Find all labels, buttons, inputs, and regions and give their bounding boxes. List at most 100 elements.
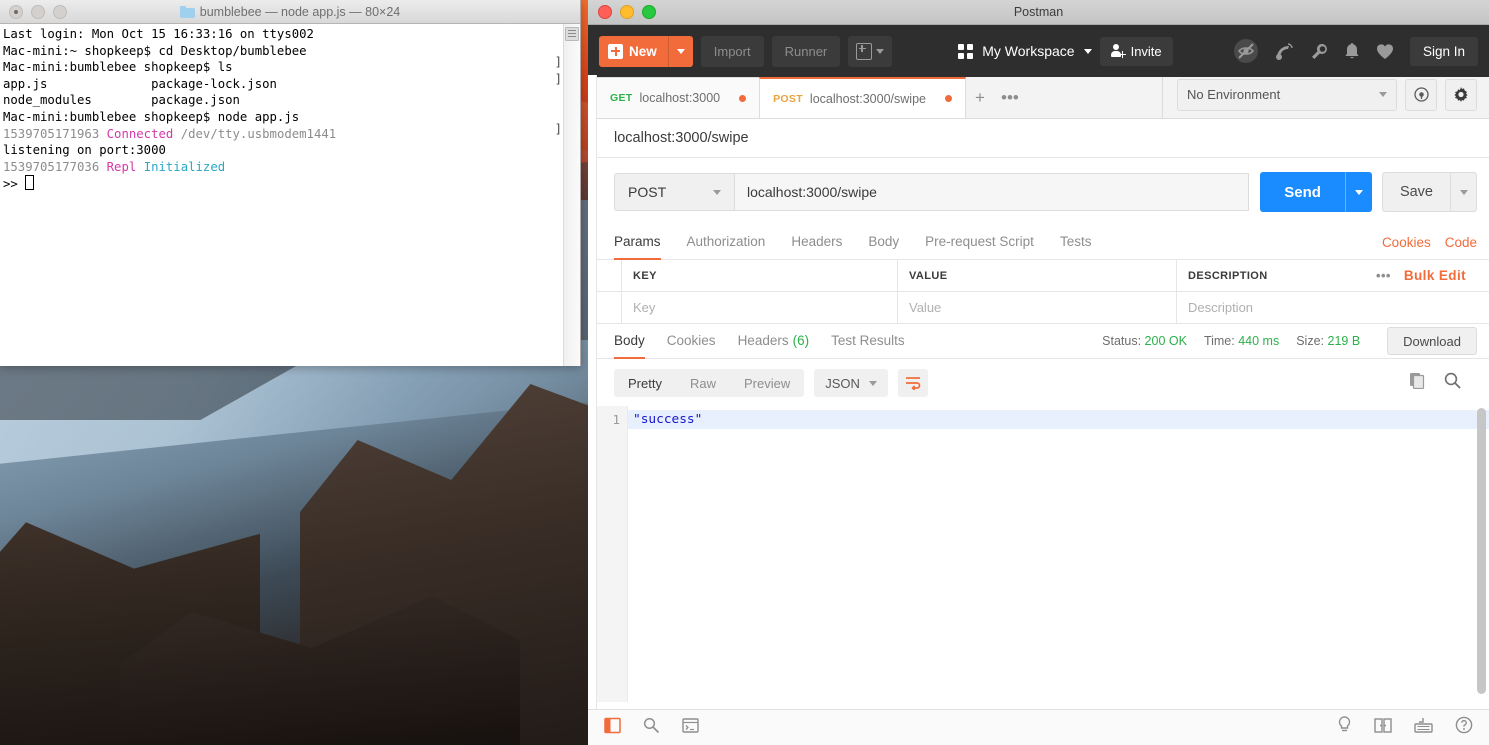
request-tab-post[interactable]: POST localhost:3000/swipe	[759, 77, 966, 118]
workspace-selector[interactable]: My Workspace	[958, 43, 1092, 59]
close-button[interactable]	[9, 4, 23, 19]
new-button[interactable]: New	[599, 35, 693, 67]
find-button[interactable]	[643, 717, 660, 739]
method-select[interactable]: POST	[614, 173, 734, 211]
send-button[interactable]: Send	[1260, 172, 1345, 212]
params-table-header: KEY VALUE DESCRIPTION ••• Bulk Edit	[588, 260, 1489, 292]
terminal-bracket-mark: ]	[554, 72, 562, 86]
time-meta: Time: 440 ms	[1204, 334, 1279, 348]
response-body-viewer[interactable]: 1 "success"	[588, 406, 1489, 702]
view-mode-preview[interactable]: Preview	[730, 369, 804, 397]
send-dropdown-caret[interactable]	[1344, 172, 1372, 212]
column-key: KEY	[622, 260, 898, 291]
view-mode-raw[interactable]: Raw	[676, 369, 730, 397]
tab-params[interactable]: Params	[614, 225, 661, 260]
search-icon	[1444, 372, 1461, 389]
collapsed-sidebar[interactable]	[588, 75, 597, 709]
environment-select[interactable]: No Environment	[1177, 78, 1397, 111]
bulk-edit-link[interactable]: Bulk Edit	[1404, 268, 1466, 283]
minimize-button[interactable]	[620, 5, 634, 19]
format-select[interactable]: JSON	[814, 369, 888, 397]
request-name[interactable]: localhost:3000/swipe	[588, 119, 1489, 158]
response-tab-test-results[interactable]: Test Results	[831, 323, 905, 359]
view-mode-pretty[interactable]: Pretty	[614, 369, 676, 397]
two-pane-button[interactable]	[1374, 717, 1392, 739]
postman-window-controls[interactable]	[588, 5, 656, 19]
cookies-link[interactable]: Cookies	[1382, 235, 1431, 250]
terminal-scrollbar[interactable]	[563, 24, 580, 366]
search-button[interactable]	[1444, 372, 1461, 394]
ellipsis-icon[interactable]: •••	[995, 77, 1025, 118]
chevron-down-icon	[676, 48, 685, 54]
ellipsis-icon[interactable]: •••	[1376, 268, 1391, 283]
maximize-button[interactable]	[53, 4, 67, 19]
tab-tests[interactable]: Tests	[1060, 225, 1092, 260]
minimize-button[interactable]	[31, 4, 45, 19]
satellite-icon[interactable]	[1275, 42, 1294, 61]
response-tab-body[interactable]: Body	[614, 323, 645, 359]
tab-pre-request-script[interactable]: Pre-request Script	[925, 225, 1034, 260]
url-input[interactable]: localhost:3000/swipe	[734, 173, 1250, 211]
terminal-text: >>	[3, 177, 26, 192]
key-input[interactable]: Key	[622, 292, 898, 323]
terminal-line: listening on port:3000	[3, 142, 580, 159]
response-code-area[interactable]: "success"	[628, 406, 1489, 702]
terminal-window[interactable]: bumblebee — node app.js — 80×24 Last log…	[0, 0, 581, 366]
description-input[interactable]: Description	[1177, 292, 1489, 323]
import-button[interactable]: Import	[700, 35, 764, 67]
keyboard-button[interactable]	[1414, 717, 1433, 739]
postman-status-bar	[588, 709, 1489, 745]
tab-headers[interactable]: Headers	[791, 225, 842, 260]
terminal-line: Mac-mini:bumblebee shopkeep$ ls	[3, 59, 580, 76]
unsaved-indicator	[739, 94, 747, 102]
postman-title: Postman	[1013, 5, 1064, 19]
sidebar-toggle-button[interactable]	[604, 717, 621, 739]
environment-quick-look-button[interactable]	[1405, 78, 1437, 111]
maximize-button[interactable]	[642, 5, 656, 19]
console-button[interactable]	[682, 717, 699, 739]
settings-button[interactable]	[1445, 78, 1477, 111]
response-scrollbar[interactable]	[1477, 408, 1486, 694]
download-button[interactable]: Download	[1387, 327, 1477, 355]
close-button[interactable]	[598, 5, 612, 19]
response-tab-headers[interactable]: Headers (6)	[738, 323, 810, 359]
save-button[interactable]: Save	[1381, 172, 1450, 212]
response-tabs: Body Cookies Headers (6) Test Results St…	[588, 324, 1489, 359]
new-folder-button[interactable]	[848, 35, 893, 67]
runner-button[interactable]: Runner	[771, 35, 841, 67]
response-tab-cookies[interactable]: Cookies	[667, 323, 716, 359]
eye-off-icon[interactable]	[1233, 38, 1259, 64]
heart-icon[interactable]	[1376, 43, 1394, 60]
status-label: Status:	[1102, 334, 1142, 348]
request-tab-get[interactable]: GET localhost:3000	[596, 77, 761, 118]
terminal-title-text: bumblebee — node app.js — 80×24	[199, 4, 401, 19]
response-meta: Status: 200 OK Time: 440 ms Size: 219 B …	[1102, 327, 1477, 355]
invite-button[interactable]: Invite	[1099, 36, 1173, 66]
plus-icon[interactable]: +	[965, 77, 995, 118]
bulb-button[interactable]	[1337, 716, 1352, 739]
sign-in-button[interactable]: Sign In	[1409, 36, 1478, 66]
postman-titlebar[interactable]: Postman	[588, 0, 1489, 25]
new-dropdown-caret[interactable]	[667, 35, 693, 67]
size-value: 219 B	[1327, 334, 1361, 348]
terminal-text: Repl	[106, 159, 137, 174]
scrollbar-thumb[interactable]	[565, 27, 579, 41]
terminal-window-controls[interactable]	[0, 4, 67, 19]
value-input[interactable]: Value	[898, 292, 1177, 323]
wrench-icon[interactable]	[1310, 42, 1328, 60]
terminal-body[interactable]: Last login: Mon Oct 15 16:33:16 on ttys0…	[0, 24, 580, 366]
tab-authorization[interactable]: Authorization	[687, 225, 766, 260]
tab-body[interactable]: Body	[868, 225, 899, 260]
help-button[interactable]	[1455, 716, 1473, 739]
postman-window[interactable]: Postman New Import Runner My Workspace I…	[588, 0, 1489, 745]
code-link[interactable]: Code	[1445, 235, 1477, 250]
response-tab-headers-label: Headers	[737, 332, 789, 348]
bell-icon[interactable]	[1344, 42, 1360, 60]
status-meta: Status: 200 OK	[1102, 334, 1187, 348]
terminal-titlebar[interactable]: bumblebee — node app.js — 80×24	[0, 0, 580, 24]
copy-button[interactable]	[1409, 372, 1426, 394]
keyboard-icon	[1414, 717, 1433, 733]
wrap-lines-button[interactable]	[897, 369, 928, 397]
save-dropdown-caret[interactable]	[1450, 172, 1477, 212]
terminal-cursor	[25, 175, 35, 191]
